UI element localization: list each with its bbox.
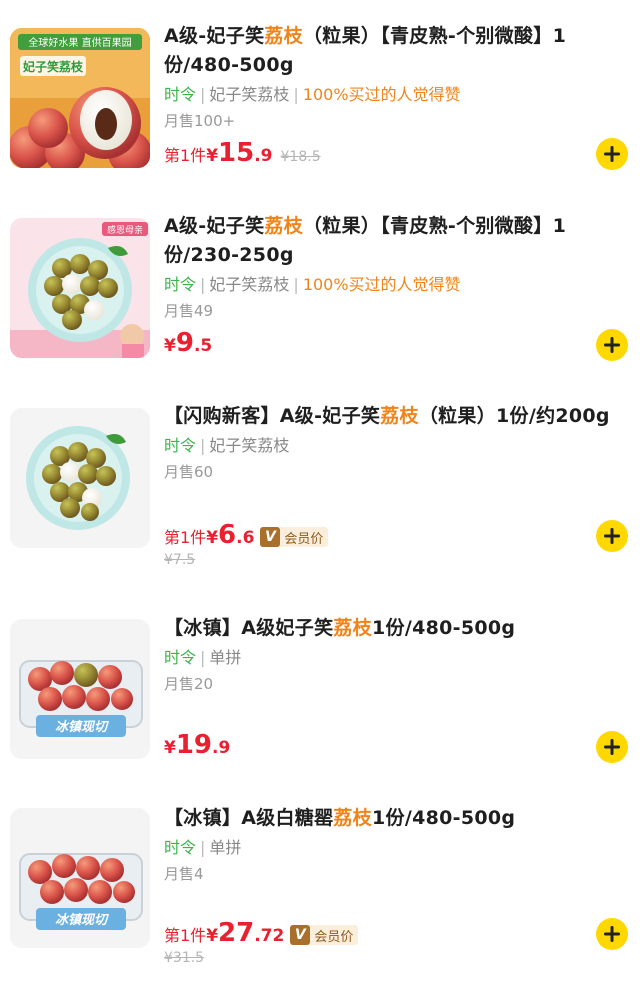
price-row: 第1件 ¥ 6 .6 V 会员价	[164, 520, 329, 550]
original-price: ¥31.5	[164, 950, 205, 966]
lychee-image: 全球好水果 直供百果园 妃子笑荔枝	[10, 28, 150, 168]
currency-symbol: ¥	[206, 146, 219, 166]
v-badge-icon: V	[260, 527, 281, 547]
product-item-1[interactable]: 全球好水果 直供百果园 妃子笑荔枝 A级-妃子笑荔枝（粒果）【青皮熟-个别微酸】…	[0, 20, 640, 210]
product-image-2[interactable]: 感恩母亲	[10, 218, 150, 358]
price-decimal: .6	[236, 528, 255, 548]
season-tag: 时令	[164, 85, 197, 104]
price-row: ¥ 19 .9	[164, 730, 230, 760]
product-item-2[interactable]: 感恩母亲 A级-妃子笑荔枝（粒果）【青皮熟-个别微酸】1份/230-250g 时…	[0, 210, 640, 400]
member-price-badge: V 会员价	[260, 527, 329, 547]
add-to-cart-button[interactable]	[596, 731, 628, 763]
price-integer: 9	[175, 328, 194, 358]
price-integer: 6	[218, 520, 237, 550]
lychee-image: 冰镇现切	[10, 808, 150, 948]
product-tags: 时令 | 妃子笑荔枝 | 100%买过的人觉得赞	[164, 275, 461, 294]
currency-symbol: ¥	[164, 336, 176, 356]
price-decimal: .5	[193, 336, 213, 356]
product-item-4[interactable]: 冰镇现切 【冰镇】A级妃子笑荔枝1份/480-500g 时令 | 单拼 月售20 ¥…	[0, 612, 640, 802]
lychee-image	[10, 408, 150, 548]
product-title[interactable]: 【冰镇】A级白糖罂荔枝1份/480-500g	[164, 804, 628, 833]
add-to-cart-button[interactable]	[596, 138, 628, 170]
product-image-4[interactable]: 冰镇现切	[10, 619, 150, 759]
plus-icon	[604, 337, 620, 353]
image-label: 冰镇现切	[55, 912, 110, 928]
original-price: ¥7.5	[164, 552, 196, 568]
product-item-5[interactable]: 冰镇现切 【冰镇】A级白糖罂荔枝1份/480-500g 时令 | 单拼 月售4 第1…	[0, 802, 640, 992]
member-price-badge: V 会员价	[290, 925, 359, 945]
first-item-label: 第1件	[164, 528, 207, 547]
product-item-3[interactable]: 【闪购新客】A级-妃子笑荔枝（粒果）1份/约200g 时令 | 妃子笑荔枝 月售60…	[0, 400, 640, 590]
price-integer: 19	[175, 730, 213, 760]
monthly-sales: 月售20	[164, 675, 214, 693]
add-to-cart-button[interactable]	[596, 329, 628, 361]
product-title[interactable]: 【闪购新客】A级-妃子笑荔枝（粒果）1份/约200g	[164, 402, 628, 431]
lychee-image: 冰镇现切	[10, 619, 150, 759]
lychee-image: 感恩母亲	[10, 218, 150, 358]
product-tags: 时令 | 妃子笑荔枝 | 100%买过的人觉得赞	[164, 85, 461, 104]
plus-icon	[604, 926, 620, 942]
variety-tag: 妃子笑荔枝	[209, 275, 290, 294]
variety-tag: 妃子笑荔枝	[209, 436, 290, 455]
product-title[interactable]: A级-妃子笑荔枝（粒果）【青皮熟-个别微酸】1份/480-500g	[164, 22, 628, 80]
variety-tag: 妃子笑荔枝	[209, 85, 290, 104]
image-product-name: 妃子笑荔枝	[22, 59, 84, 74]
praise-tag: 100%买过的人觉得赞	[302, 85, 461, 104]
product-image-5[interactable]: 冰镇现切	[10, 808, 150, 948]
image-banner-text: 全球好水果 直供百果园	[28, 36, 131, 49]
price-integer: 27	[218, 918, 255, 948]
price-integer: 15	[218, 138, 255, 168]
product-image-3[interactable]	[10, 408, 150, 548]
praise-tag: 100%买过的人觉得赞	[302, 275, 461, 294]
v-badge-icon: V	[290, 925, 311, 945]
currency-symbol: ¥	[206, 528, 219, 548]
price-decimal: .72	[254, 926, 285, 946]
first-item-label: 第1件	[164, 146, 207, 165]
product-title[interactable]: A级-妃子笑荔枝（粒果）【青皮熟-个别微酸】1份/230-250g	[164, 212, 628, 270]
plus-icon	[604, 528, 620, 544]
price-decimal: .9	[254, 146, 273, 166]
season-tag: 时令	[164, 838, 197, 857]
currency-symbol: ¥	[206, 926, 219, 946]
image-badge: 感恩母亲	[107, 224, 143, 236]
price-row: 第1件 ¥ 27 .72 V 会员价	[164, 918, 359, 948]
monthly-sales: 月售4	[164, 865, 204, 883]
season-tag: 时令	[164, 436, 197, 455]
first-item-label: 第1件	[164, 926, 207, 945]
variety-tag: 单拼	[209, 838, 242, 857]
image-label: 冰镇现切	[55, 719, 110, 735]
plus-icon	[604, 146, 620, 162]
product-tags: 时令 | 单拼	[164, 648, 242, 667]
original-price: ¥18.5	[280, 149, 321, 165]
product-image-1[interactable]: 全球好水果 直供百果园 妃子笑荔枝	[10, 28, 150, 168]
add-to-cart-button[interactable]	[596, 520, 628, 552]
product-title[interactable]: 【冰镇】A级妃子笑荔枝1份/480-500g	[164, 614, 628, 643]
product-tags: 时令 | 妃子笑荔枝	[164, 436, 290, 455]
currency-symbol: ¥	[164, 738, 176, 758]
monthly-sales: 月售49	[164, 302, 214, 320]
monthly-sales: 月售100+	[164, 112, 236, 130]
member-price-label: 会员价	[284, 531, 324, 547]
price-row: ¥ 9 .5	[164, 328, 212, 358]
add-to-cart-button[interactable]	[596, 918, 628, 950]
price-decimal: .9	[212, 738, 231, 758]
variety-tag: 单拼	[209, 648, 242, 667]
product-tags: 时令 | 单拼	[164, 838, 242, 857]
member-price-label: 会员价	[314, 929, 354, 945]
season-tag: 时令	[164, 648, 197, 667]
price-row: 第1件 ¥ 15 .9 ¥18.5	[164, 138, 321, 168]
plus-icon	[604, 739, 620, 755]
monthly-sales: 月售60	[164, 463, 214, 481]
season-tag: 时令	[164, 275, 197, 294]
